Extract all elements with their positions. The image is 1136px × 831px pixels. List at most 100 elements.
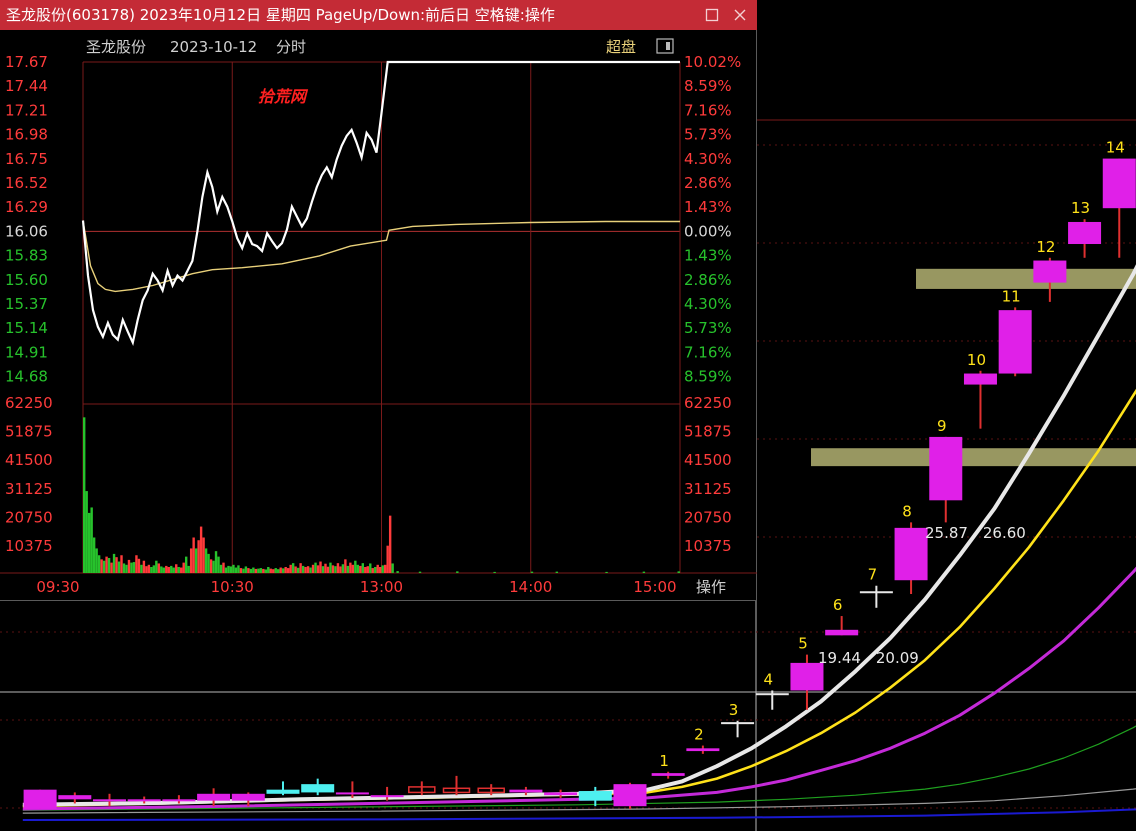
- volume-bar: [224, 567, 228, 573]
- pct-tick-label: 0.00%: [684, 222, 732, 240]
- candle-body[interactable]: [231, 793, 265, 801]
- maximize-button[interactable]: [700, 0, 724, 30]
- pct-tick-label: 2.86%: [684, 271, 732, 289]
- candle-body[interactable]: [1102, 158, 1136, 209]
- day-count-label: 7: [868, 566, 878, 584]
- candle-body[interactable]: [651, 773, 685, 776]
- volume-bar: [364, 566, 367, 573]
- volume-bar: [272, 569, 275, 573]
- volume-bar: [289, 564, 292, 573]
- candle-body[interactable]: [301, 784, 335, 793]
- volume-tick-label-right: 62250: [684, 394, 732, 412]
- pct-tick-label: 1.43%: [684, 198, 732, 216]
- volume-bar: [152, 565, 156, 573]
- candle-body[interactable]: [755, 693, 789, 696]
- volume-bar: [242, 568, 245, 573]
- pct-tick-label: 4.30%: [684, 295, 732, 313]
- volume-tick-label: 20750: [5, 508, 53, 526]
- pct-tick-label: 4.30%: [684, 150, 732, 168]
- volume-bar: [316, 565, 320, 573]
- day-count-label: 3: [729, 701, 739, 719]
- candle-body[interactable]: [613, 784, 647, 807]
- volume-bar: [155, 560, 158, 573]
- candle-body[interactable]: [335, 792, 369, 795]
- volume-tick-label: 62250: [5, 394, 53, 412]
- candle-body[interactable]: [197, 793, 231, 801]
- day-count-label: 2: [694, 726, 704, 744]
- volume-bar: [605, 571, 608, 573]
- volume-bar: [199, 526, 203, 573]
- volume-bar: [301, 565, 305, 573]
- volume-bar: [279, 567, 282, 573]
- volume-bar: [314, 562, 317, 573]
- pct-tick-label: 7.16%: [684, 343, 732, 361]
- volume-tick-label: 41500: [5, 451, 53, 469]
- time-tick-label: 13:00: [360, 578, 403, 596]
- volume-bar: [642, 571, 646, 573]
- candle-body[interactable]: [370, 795, 404, 798]
- candle-body[interactable]: [23, 789, 57, 809]
- volume-tick-label: 51875: [5, 423, 53, 441]
- candle-body[interactable]: [93, 799, 126, 802]
- volume-bar: [677, 571, 680, 573]
- volume-bar: [177, 566, 180, 573]
- candle-body[interactable]: [825, 629, 859, 636]
- candle-body[interactable]: [544, 792, 578, 796]
- candle-body[interactable]: [1068, 221, 1102, 245]
- volume-bar: [234, 567, 238, 573]
- day-count-label: 1: [659, 752, 669, 770]
- top-right-label[interactable]: 超盘: [606, 38, 636, 56]
- operate-button[interactable]: 操作: [696, 578, 726, 596]
- volume-bar: [259, 568, 263, 573]
- header-mode: 分时: [276, 38, 306, 56]
- volume-bar: [219, 564, 223, 573]
- price-zone-band: [811, 448, 1136, 467]
- candle-body[interactable]: [58, 795, 92, 800]
- day-count-label: 5: [798, 635, 808, 653]
- volume-bar: [157, 563, 161, 573]
- candle-body[interactable]: [859, 591, 893, 594]
- volume-tick-label-right: 41500: [684, 451, 732, 469]
- volume-bar: [299, 563, 302, 573]
- candle-body[interactable]: [1033, 260, 1067, 283]
- day-count-label: 13: [1071, 199, 1090, 217]
- volume-bar: [85, 491, 88, 573]
- volume-bar: [83, 417, 86, 573]
- close-button[interactable]: [728, 0, 752, 30]
- volume-bar: [227, 565, 230, 573]
- day-count-label: 10: [967, 351, 986, 369]
- volume-tick-label-right: 10375: [684, 537, 732, 555]
- time-tick-label: 10:30: [211, 578, 254, 596]
- candle-body[interactable]: [127, 799, 161, 802]
- candle-body[interactable]: [509, 789, 543, 793]
- candle-body[interactable]: [894, 527, 928, 581]
- intraday-chart[interactable]: 17.67 10.02% 17.44 8.59% 17.21 7.16% 16.98 5.73…: [0, 30, 757, 601]
- volume-tick-label-right: 51875: [684, 423, 732, 441]
- volume-bar: [361, 563, 364, 573]
- volume-bar: [207, 553, 210, 573]
- volume-bar: [391, 563, 394, 573]
- candle-body[interactable]: [929, 436, 963, 501]
- moving-average-line: [22, 725, 1136, 811]
- candle-body[interactable]: [686, 748, 720, 752]
- candle-body[interactable]: [266, 789, 300, 794]
- candle-body[interactable]: [963, 373, 997, 385]
- day-count-label: 8: [902, 502, 912, 520]
- volume-bar: [110, 562, 113, 573]
- volume-bar: [192, 537, 195, 573]
- price-tick-label: 17.21: [5, 101, 48, 119]
- volume-bar: [229, 566, 233, 573]
- candle-body[interactable]: [790, 662, 824, 691]
- volume-bar: [194, 548, 198, 573]
- candle-body[interactable]: [721, 722, 755, 725]
- volume-bar: [189, 548, 193, 573]
- volume-bar: [150, 566, 153, 573]
- candle-body[interactable]: [998, 310, 1032, 374]
- volume-bar: [212, 560, 215, 573]
- toggle-icon[interactable]: [656, 38, 674, 54]
- intraday-popup-window[interactable]: 圣龙股份(603178) 2023年10月12日 星期四 PageUp/Down…: [0, 0, 757, 601]
- window-title-bar[interactable]: 圣龙股份(603178) 2023年10月12日 星期四 PageUp/Down…: [0, 0, 757, 30]
- candle-body[interactable]: [578, 791, 612, 801]
- candle-body[interactable]: [162, 799, 196, 802]
- volume-bar: [95, 548, 98, 573]
